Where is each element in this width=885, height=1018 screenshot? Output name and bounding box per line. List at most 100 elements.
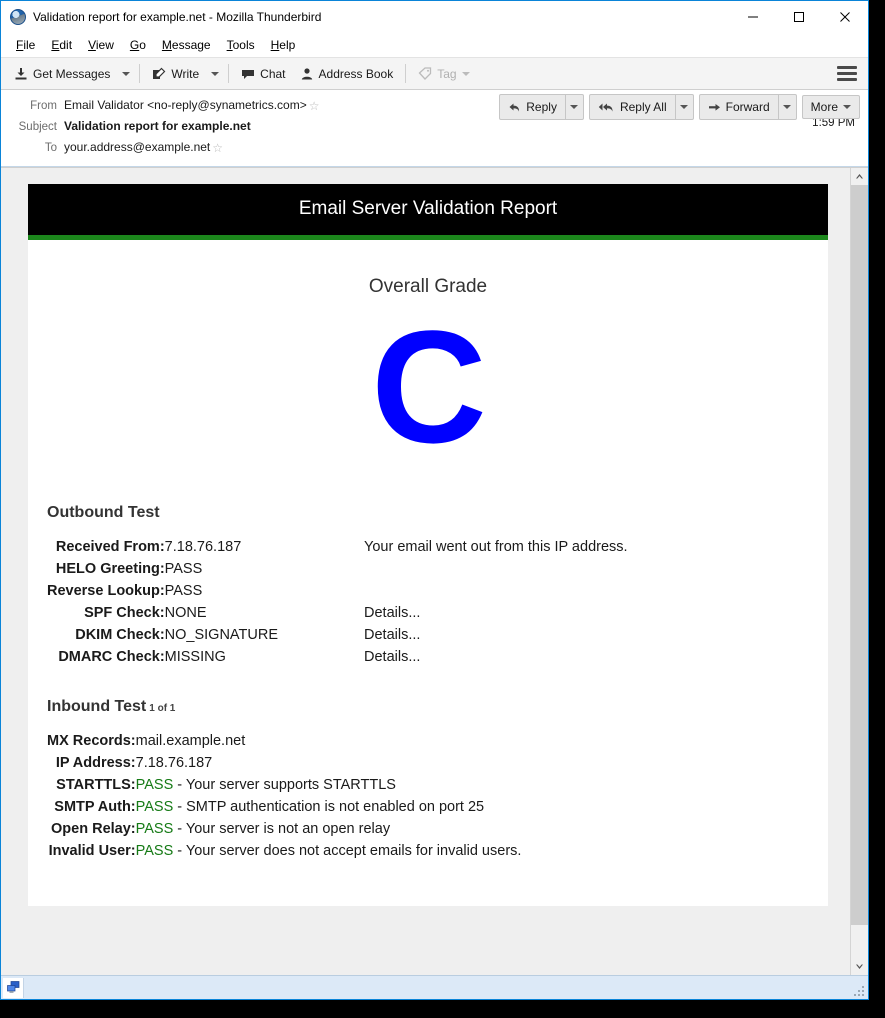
row-value: 7.18.76.187 (164, 539, 242, 555)
menu-file[interactable]: File (8, 35, 43, 55)
table-row: SMTP Auth: PASS - SMTP authentication is… (47, 796, 521, 818)
write-button[interactable]: Write (145, 61, 206, 86)
subject-label: Subject (18, 121, 57, 133)
row-note (364, 558, 628, 580)
toolbar-divider (228, 64, 230, 83)
validation-report: Email Server Validation Report Overall G… (28, 184, 828, 906)
spf-details-link[interactable]: Details... (364, 602, 628, 624)
scroll-up-button[interactable] (851, 168, 868, 185)
row-label: Invalid User: (48, 843, 136, 859)
report-bottom-padding (28, 862, 828, 906)
chevron-down-icon (856, 964, 863, 969)
from-label: From (30, 100, 57, 112)
inbound-counter: 1 of 1 (149, 703, 176, 714)
row-label: STARTTLS: (56, 777, 136, 793)
menu-bar: File Edit View Go Message Tools Help (1, 32, 868, 58)
to-value[interactable]: your.address@example.net (64, 140, 210, 154)
dmarc-details-link[interactable]: Details... (364, 646, 628, 668)
scroll-down-button[interactable] (851, 958, 868, 975)
connection-icon (3, 977, 24, 998)
message-content: Email Server Validation Report Overall G… (1, 168, 850, 975)
chevron-down-icon (783, 105, 792, 109)
get-messages-dropdown[interactable] (117, 61, 134, 86)
row-value: NO_SIGNATURE (164, 627, 278, 643)
reply-all-dropdown[interactable] (674, 95, 693, 119)
scroll-thumb[interactable] (851, 185, 868, 925)
dkim-details-link[interactable]: Details... (364, 624, 628, 646)
row-note: - Your server supports STARTTLS (173, 777, 396, 793)
reply-all-button[interactable]: Reply All (590, 95, 675, 119)
reply-arrow-icon (509, 103, 520, 112)
subject-value: Validation report for example.net (64, 119, 251, 133)
row-gap (278, 580, 364, 602)
table-row: HELO Greeting: PASS (47, 558, 628, 580)
app-menu-icon[interactable] (837, 66, 857, 81)
thunderbird-window: Validation report for example.net - Mozi… (0, 0, 869, 1000)
write-dropdown[interactable] (206, 61, 223, 86)
row-note: - Your server is not an open relay (173, 821, 391, 837)
get-messages-label: Get Messages (33, 66, 111, 81)
reply-all-group: Reply All (588, 94, 694, 120)
close-button[interactable] (822, 1, 868, 32)
pencil-icon (152, 67, 166, 81)
toolbar-divider (405, 64, 407, 83)
row-gap (278, 536, 364, 558)
star-icon[interactable]: ☆ (212, 141, 223, 155)
row-gap (278, 646, 364, 668)
table-row: Received From: 7.18.76.187 Your email we… (47, 536, 628, 558)
table-row: IP Address: 7.18.76.187 (47, 752, 521, 774)
row-note: Your email went out from this IP address… (364, 539, 628, 555)
row-label: DMARC Check: (58, 649, 165, 665)
scroll-track[interactable] (851, 185, 868, 958)
tag-icon (418, 66, 432, 81)
address-book-button[interactable]: Address Book (293, 61, 401, 86)
forward-button[interactable]: Forward (700, 95, 778, 119)
outbound-table: Received From: 7.18.76.187 Your email we… (47, 536, 628, 668)
row-value-text: PASS (135, 821, 174, 837)
more-label: More (810, 100, 838, 114)
vertical-scrollbar[interactable] (850, 168, 868, 975)
menu-message[interactable]: Message (154, 35, 219, 55)
more-button[interactable]: More (801, 95, 860, 119)
report-title: Email Server Validation Report (28, 184, 828, 240)
row-value: PASS - Your server does not accept email… (136, 840, 522, 862)
chat-button[interactable]: Chat (234, 61, 292, 86)
star-icon[interactable]: ☆ (309, 99, 320, 113)
forward-arrow-icon (708, 103, 720, 111)
menu-help[interactable]: Help (263, 35, 304, 55)
reply-group: Reply (499, 94, 584, 120)
overall-grade-value: C (371, 297, 487, 476)
minimize-button[interactable] (730, 1, 776, 32)
forward-dropdown[interactable] (777, 95, 796, 119)
outbound-heading: Outbound Test (47, 474, 828, 536)
from-value[interactable]: Email Validator <no-reply@synametrics.co… (64, 98, 307, 112)
reply-all-arrow-icon (598, 103, 613, 112)
row-label: HELO Greeting: (55, 561, 165, 577)
row-value-text: PASS (135, 843, 174, 859)
reply-button[interactable]: Reply (500, 95, 565, 119)
message-actions: Reply Reply All Forward More (499, 94, 860, 120)
inbound-heading: Inbound Test 1 of 1 (47, 668, 828, 730)
menu-view[interactable]: View (80, 35, 122, 55)
resize-grip[interactable] (853, 985, 864, 996)
outbound-section: Outbound Test Received From: 7.18.76.187… (28, 474, 828, 668)
row-value-text: mail.example.net (135, 733, 246, 749)
menu-go[interactable]: Go (122, 35, 154, 55)
row-label: SPF Check: (84, 605, 165, 621)
reply-dropdown[interactable] (564, 95, 583, 119)
maximize-button[interactable] (776, 1, 822, 32)
row-gap (278, 558, 364, 580)
get-messages-button[interactable]: Get Messages (7, 61, 117, 86)
title-bar: Validation report for example.net - Mozi… (1, 1, 868, 32)
row-value-text: 7.18.76.187 (135, 755, 213, 771)
menu-tools[interactable]: Tools (219, 35, 263, 55)
chat-label: Chat (260, 66, 286, 81)
tag-button[interactable]: Tag (411, 61, 476, 86)
chevron-down-icon (121, 71, 130, 76)
chevron-down-icon (843, 105, 851, 109)
outbound-heading-text: Outbound Test (47, 504, 160, 521)
chat-bubble-icon (241, 67, 255, 81)
menu-edit[interactable]: Edit (43, 35, 80, 55)
row-label: DKIM Check: (75, 627, 165, 643)
message-body-area: Email Server Validation Report Overall G… (1, 167, 868, 975)
